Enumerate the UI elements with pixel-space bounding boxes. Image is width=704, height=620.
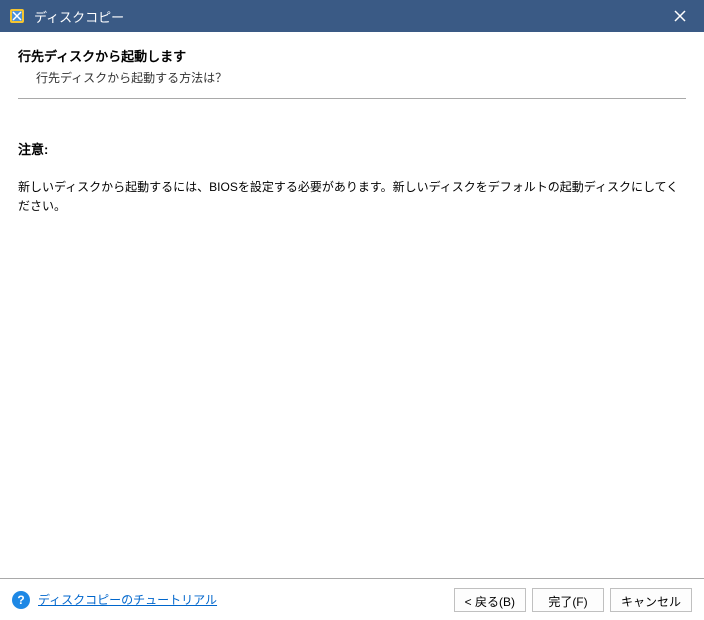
note-text: 新しいディスクから起動するには、BIOSを設定する必要があります。新しいディスク… bbox=[18, 178, 686, 216]
content-area: 行先ディスクから起動します 行先ディスクから起動する方法は？ 注意: 新しいディ… bbox=[0, 32, 704, 578]
app-icon bbox=[8, 7, 26, 25]
back-button[interactable]: < 戻る(B) bbox=[454, 588, 526, 612]
cancel-button[interactable]: キャンセル bbox=[610, 588, 692, 612]
tutorial-link[interactable]: ディスクコピーのチュートリアル bbox=[38, 591, 217, 608]
close-button[interactable] bbox=[664, 0, 696, 32]
note-label: 注意: bbox=[18, 139, 686, 158]
finish-button[interactable]: 完了(F) bbox=[532, 588, 604, 612]
page-subheading: 行先ディスクから起動する方法は？ bbox=[36, 69, 686, 86]
divider bbox=[18, 98, 686, 99]
page-heading: 行先ディスクから起動します bbox=[18, 46, 686, 65]
footer: ? ディスクコピーのチュートリアル < 戻る(B) 完了(F) キャンセル bbox=[0, 578, 704, 620]
window-title: ディスクコピー bbox=[34, 7, 664, 26]
titlebar: ディスクコピー bbox=[0, 0, 704, 32]
help-icon[interactable]: ? bbox=[12, 591, 30, 609]
